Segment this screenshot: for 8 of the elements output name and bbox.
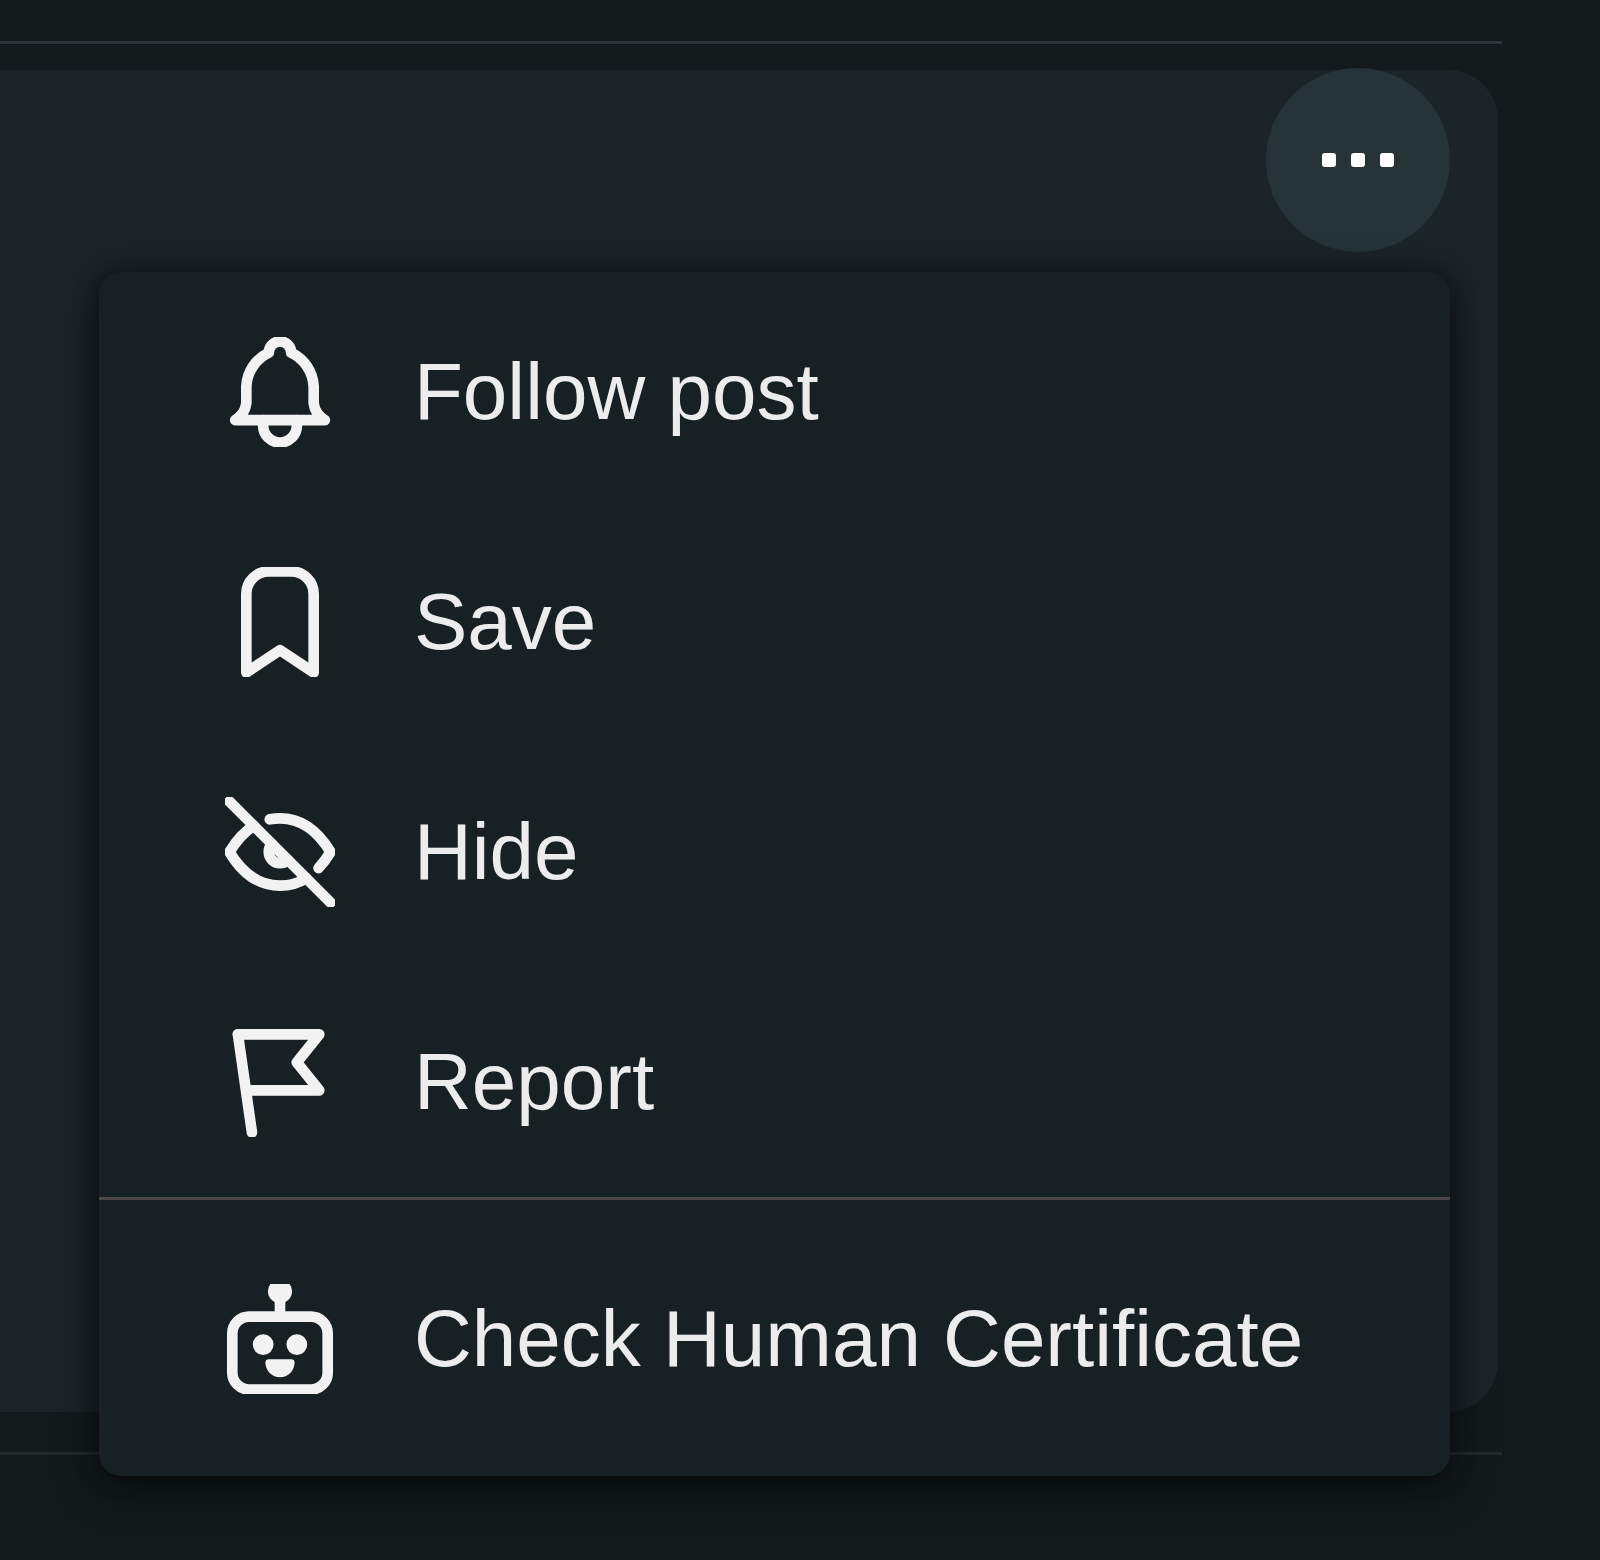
menu-item[interactable]: Save bbox=[99, 507, 1450, 737]
menu-item[interactable]: Hide bbox=[99, 737, 1450, 967]
menu-item[interactable]: Report bbox=[99, 967, 1450, 1197]
menu-item[interactable]: Check Human Certificate bbox=[99, 1224, 1450, 1454]
robot-icon bbox=[225, 1284, 335, 1394]
more-icon bbox=[1322, 153, 1394, 167]
menu-item[interactable]: Follow post bbox=[99, 277, 1450, 507]
eye-slash-icon bbox=[225, 797, 335, 907]
